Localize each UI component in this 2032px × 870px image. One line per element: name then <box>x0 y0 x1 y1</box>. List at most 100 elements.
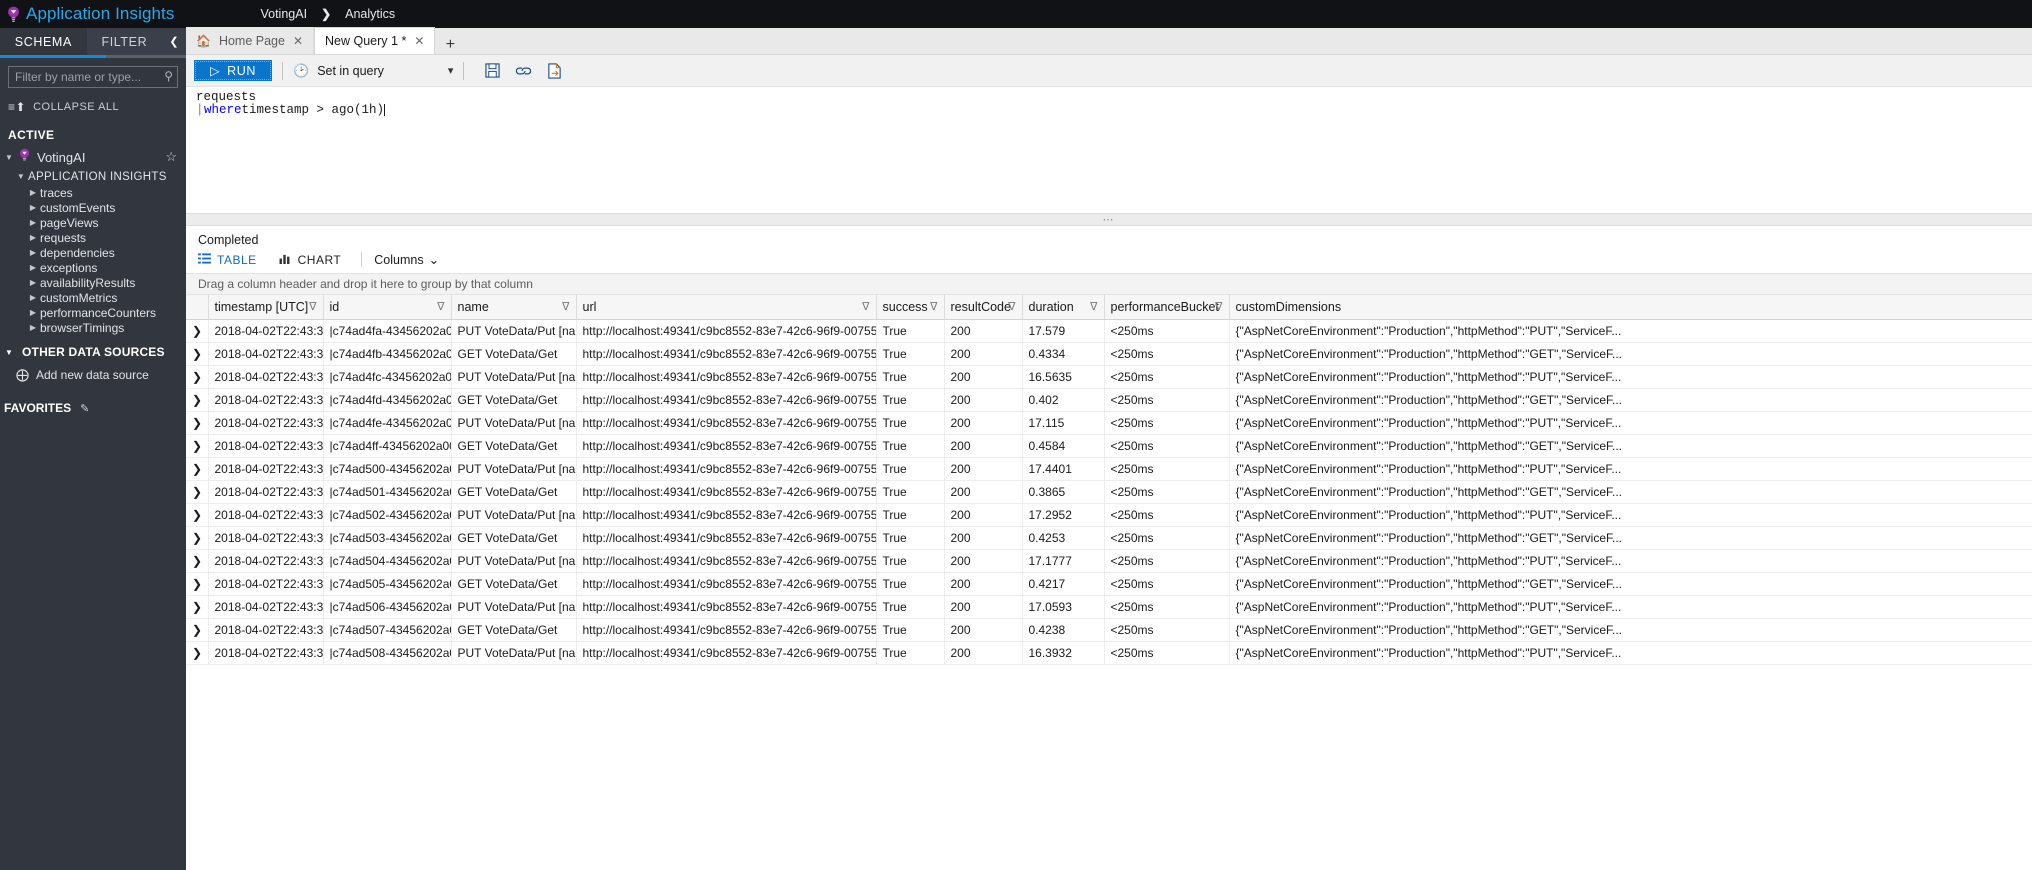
sidebar-item-requests[interactable]: ▶ requests <box>0 230 186 245</box>
sidebar-group-application-insights[interactable]: ▼ APPLICATION INSIGHTS <box>0 168 186 185</box>
row-expand-icon[interactable]: ❯ <box>186 641 209 665</box>
sidebar-item-traces[interactable]: ▶ traces <box>0 185 186 200</box>
close-icon[interactable]: ✕ <box>293 34 303 48</box>
table-row[interactable]: ❯2018-04-02T22:43:30.029|c74ad4fb-434562… <box>186 342 2032 366</box>
column-header-resultcode[interactable]: resultCode ∇ <box>944 295 1023 320</box>
row-expand-icon[interactable]: ❯ <box>186 572 209 596</box>
table-row[interactable]: ❯2018-04-02T22:43:30.209|c74ad4fc-434562… <box>186 365 2032 389</box>
row-expand-icon[interactable]: ❯ <box>186 365 209 389</box>
row-expand-icon[interactable]: ❯ <box>186 595 209 619</box>
table-row[interactable]: ❯2018-04-02T22:43:31.750|c74ad507-434562… <box>186 618 2032 642</box>
funnel-icon[interactable]: ∇ <box>1090 300 1097 313</box>
chevron-left-icon[interactable]: ❮ <box>162 28 187 55</box>
close-icon[interactable]: ✕ <box>414 34 424 48</box>
link-icon[interactable] <box>515 62 532 79</box>
tab-new-query-1[interactable]: New Query 1 * ✕ <box>314 27 436 54</box>
group-by-dropzone[interactable]: Drag a column header and drop it here to… <box>186 273 2032 295</box>
sidebar-item-dependencies[interactable]: ▶ dependencies <box>0 245 186 260</box>
export-icon[interactable] <box>546 62 563 79</box>
sidebar-item-custommetrics[interactable]: ▶ customMetrics <box>0 290 186 305</box>
chevron-right-icon[interactable]: ▶ <box>26 218 40 227</box>
query-editor[interactable]: requests | where timestamp > ago(1h) <box>186 87 2032 213</box>
column-header-id[interactable]: id ∇ <box>323 295 452 320</box>
breadcrumb-item-app[interactable]: VotingAI <box>260 7 307 21</box>
table-row[interactable]: ❯2018-04-02T22:43:31.197|c74ad500-434562… <box>186 457 2032 481</box>
column-header-name[interactable]: name ∇ <box>451 295 577 320</box>
chevron-right-icon[interactable]: ▶ <box>26 248 40 257</box>
column-header-success[interactable]: success ∇ <box>876 295 945 320</box>
save-icon[interactable] <box>484 62 501 79</box>
funnel-icon[interactable]: ∇ <box>309 300 316 313</box>
section-other-data-sources[interactable]: ▼ OTHER DATA SOURCES <box>0 335 186 363</box>
row-expand-icon[interactable]: ❯ <box>186 434 209 458</box>
sidebar-item-pageviews[interactable]: ▶ pageViews <box>0 215 186 230</box>
funnel-icon[interactable]: ∇ <box>437 300 444 313</box>
column-header-duration[interactable]: duration ∇ <box>1022 295 1105 320</box>
row-expand-icon[interactable]: ❯ <box>186 457 209 481</box>
row-expand-icon[interactable]: ❯ <box>186 549 209 573</box>
row-expand-icon[interactable]: ❯ <box>186 319 209 343</box>
table-row[interactable]: ❯2018-04-02T22:43:31.725|c74ad506-434562… <box>186 595 2032 619</box>
table-row[interactable]: ❯2018-04-02T22:43:31.541|c74ad504-434562… <box>186 549 2032 573</box>
chevron-right-icon[interactable]: ▶ <box>26 323 40 332</box>
tab-home-page[interactable]: 🏠 Home Page ✕ <box>186 27 315 54</box>
sidebar-item-customevents[interactable]: ▶ customEvents <box>0 200 186 215</box>
column-header-customdimensions[interactable]: customDimensions∇ <box>1229 295 2032 320</box>
sidebar-item-performancecounters[interactable]: ▶ performanceCounters <box>0 305 186 320</box>
row-expand-icon[interactable]: ❯ <box>186 618 209 642</box>
row-expand-icon[interactable]: ❯ <box>186 411 209 435</box>
run-button[interactable]: ▷ RUN <box>194 60 272 81</box>
chevron-right-icon[interactable]: ▶ <box>26 203 40 212</box>
table-row[interactable]: ❯2018-04-02T22:43:31.375|c74ad502-434562… <box>186 503 2032 527</box>
funnel-icon[interactable]: ∇ <box>562 300 569 313</box>
filter-input[interactable] <box>8 66 178 88</box>
sidebar-item-availabilityresults[interactable]: ▶ availabilityResults <box>0 275 186 290</box>
table-row[interactable]: ❯2018-04-02T22:43:30.004|c74ad4fa-434562… <box>186 319 2032 343</box>
add-data-source-button[interactable]: ⨁ Add new data source <box>0 363 186 387</box>
row-expand-icon[interactable]: ❯ <box>186 388 209 412</box>
column-header-url[interactable]: url ∇ <box>576 295 877 320</box>
chevron-right-icon[interactable]: ▶ <box>26 308 40 317</box>
chevron-right-icon[interactable]: ▶ <box>26 263 40 272</box>
row-expand-icon[interactable]: ❯ <box>186 480 209 504</box>
view-chart-button[interactable]: CHART <box>279 253 342 267</box>
star-icon[interactable]: ☆ <box>165 149 177 165</box>
table-row[interactable]: ❯2018-04-02T22:43:31.221|c74ad501-434562… <box>186 480 2032 504</box>
row-expand-icon[interactable]: ❯ <box>186 526 209 550</box>
tab-schema[interactable]: SCHEMA <box>0 28 87 55</box>
breadcrumb-item-analytics[interactable]: Analytics <box>345 7 395 21</box>
tab-filter[interactable]: FILTER <box>87 28 162 55</box>
chevron-right-icon[interactable]: ▶ <box>26 278 40 287</box>
table-row[interactable]: ❯2018-04-02T22:43:31.895|c74ad508-434562… <box>186 641 2032 665</box>
row-expand-icon[interactable]: ❯ <box>186 342 209 366</box>
collapse-all-button[interactable]: ≡⬆ COLLAPSE ALL <box>0 94 186 120</box>
sidebar-item-votingai[interactable]: ▼ VotingAI ☆ <box>0 146 186 168</box>
table-row[interactable]: ❯2018-04-02T22:43:31.064|c74ad4ff-434562… <box>186 434 2032 458</box>
results-grid-container[interactable]: timestamp [UTC] ∇ id ∇ name ∇ url ∇ success ∇ resu… <box>186 295 2032 870</box>
chevron-down-icon[interactable]: ▼ <box>2 348 16 357</box>
panel-splitter[interactable]: ⋯ <box>186 213 2032 226</box>
chevron-down-icon[interactable]: ▼ <box>2 153 16 162</box>
time-range-selector[interactable]: 🕑 Set in query ▾ <box>293 63 453 79</box>
table-row[interactable]: ❯2018-04-02T22:43:31.566|c74ad505-434562… <box>186 572 2032 596</box>
chevron-right-icon[interactable]: ▶ <box>26 293 40 302</box>
funnel-icon[interactable]: ∇ <box>1215 300 1222 313</box>
chevron-right-icon[interactable]: ▶ <box>26 233 40 242</box>
row-expand-icon[interactable]: ❯ <box>186 503 209 527</box>
column-header-timestamputc[interactable]: timestamp [UTC] ∇ <box>208 295 324 320</box>
sidebar-item-exceptions[interactable]: ▶ exceptions <box>0 260 186 275</box>
funnel-icon[interactable]: ∇ <box>862 300 869 313</box>
columns-dropdown[interactable]: Columns ⌄ <box>374 252 439 268</box>
sidebar-item-browsertimings[interactable]: ▶ browserTimings <box>0 320 186 335</box>
chevron-down-icon[interactable]: ▾ <box>448 64 454 77</box>
pencil-icon[interactable]: ✎ <box>80 402 89 415</box>
table-row[interactable]: ❯2018-04-02T22:43:30.233|c74ad4fd-434562… <box>186 388 2032 412</box>
funnel-icon[interactable]: ∇ <box>930 300 937 313</box>
chevron-right-icon[interactable]: ▶ <box>26 188 40 197</box>
table-row[interactable]: ❯2018-04-02T22:43:31.399|c74ad503-434562… <box>186 526 2032 550</box>
table-row[interactable]: ❯2018-04-02T22:43:31.038|c74ad4fe-434562… <box>186 411 2032 435</box>
new-tab-button[interactable]: + <box>435 36 465 54</box>
view-table-button[interactable]: TABLE <box>198 253 257 267</box>
column-header-performancebucket[interactable]: performanceBucket ∇ <box>1104 295 1230 320</box>
funnel-icon[interactable]: ∇ <box>1008 300 1015 313</box>
